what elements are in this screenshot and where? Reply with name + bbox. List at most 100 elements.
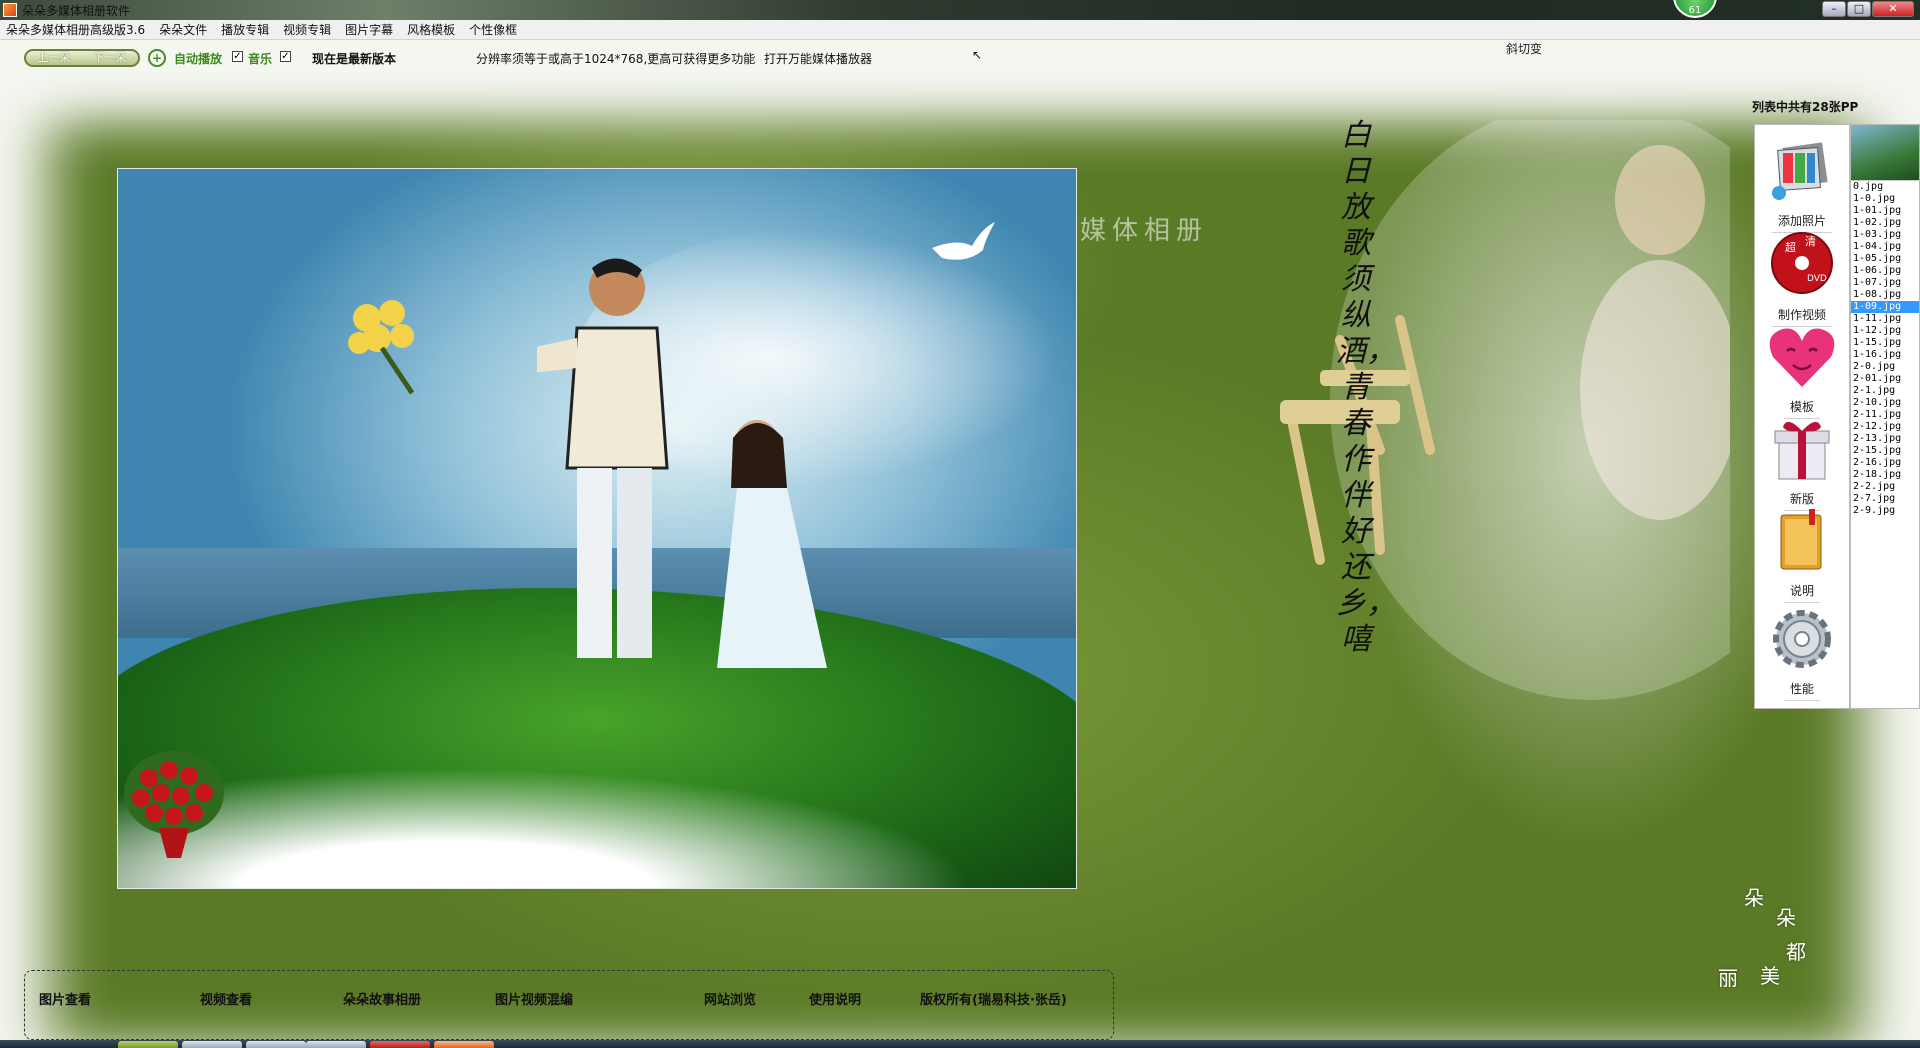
autoplay-label: 自动播放: [174, 52, 223, 66]
selected-thumbnail: [1851, 125, 1919, 181]
file-list-item[interactable]: 2-15.jpg: [1851, 445, 1919, 457]
controls-row: 上一朵 下一朵 + 自动播放 ✓ 音乐 ✓ 现在是最新版本 分辨率须等于或高于1…: [0, 40, 1920, 70]
close-button[interactable]: ✕: [1872, 1, 1914, 17]
menu-bar: 朵朵多媒体相册高级版3.6 朵朵文件 播放专辑 视频专辑 图片字幕 风格模板 个…: [0, 20, 1920, 40]
file-list-item[interactable]: 2-01.jpg: [1851, 373, 1919, 385]
file-list-item[interactable]: 1-15.jpg: [1851, 337, 1919, 349]
file-list-item[interactable]: 1-0.jpg: [1851, 193, 1919, 205]
performance-button[interactable]: 性能: [1755, 603, 1849, 701]
add-photo-icon: [1772, 142, 1828, 200]
nav-photo-view[interactable]: 图片查看: [39, 989, 91, 1008]
file-list-item[interactable]: 1-11.jpg: [1851, 313, 1919, 325]
signature-char: 朵: [1776, 906, 1796, 930]
taskbar-button[interactable]: [182, 1041, 242, 1048]
gift-icon: [1774, 421, 1830, 480]
file-list-item[interactable]: 2-16.jpg: [1851, 457, 1919, 469]
gear-icon: [1773, 610, 1831, 668]
file-list-item[interactable]: 1-16.jpg: [1851, 349, 1919, 361]
book-icon: [1780, 509, 1822, 570]
zoom-icon[interactable]: +: [148, 49, 166, 67]
menu-item-style-template[interactable]: 风格模板: [407, 21, 455, 38]
prev-next-control: 上一朵 下一朵: [24, 49, 140, 67]
menu-item-video-album[interactable]: 视频专辑: [283, 21, 331, 38]
signature-char: 丽: [1718, 966, 1738, 990]
mouse-cursor-icon: ↖: [972, 48, 983, 62]
signature-char: 美: [1760, 964, 1780, 988]
file-list-item[interactable]: 1-02.jpg: [1851, 217, 1919, 229]
prev-button[interactable]: 上一朵: [26, 51, 82, 65]
transition-label[interactable]: 斜切变: [1506, 40, 1542, 57]
window-controls: – □ ✕: [1822, 1, 1914, 17]
file-list-item[interactable]: 2-18.jpg: [1851, 469, 1919, 481]
os-taskbar: [0, 1040, 1920, 1048]
next-button[interactable]: 下一朵: [82, 51, 138, 65]
template-button[interactable]: 模板: [1755, 321, 1849, 419]
file-list-item[interactable]: 1-09.jpg: [1851, 301, 1919, 313]
file-list-item[interactable]: 2-0.jpg: [1851, 361, 1919, 373]
menu-item-app[interactable]: 朵朵多媒体相册高级版3.6: [6, 21, 145, 38]
open-player-link[interactable]: 打开万能媒体播放器: [764, 50, 872, 67]
nav-video-view[interactable]: 视频查看: [200, 989, 252, 1008]
taskbar-button[interactable]: [118, 1041, 178, 1048]
nav-copyright[interactable]: 版权所有(瑞易科技·张岳): [920, 989, 1067, 1008]
file-list-item[interactable]: 2-7.jpg: [1851, 493, 1919, 505]
file-list-items: 0.jpg 1-0.jpg 1-01.jpg 1-02.jpg 1-03.jpg 1-04…: [1851, 181, 1919, 517]
taskbar-button[interactable]: [370, 1041, 430, 1048]
signature-char: 朵: [1744, 886, 1764, 910]
file-list-item[interactable]: 2-12.jpg: [1851, 421, 1919, 433]
menu-item-file[interactable]: 朵朵文件: [159, 21, 207, 38]
window-title: 朵朵多媒体相册软件: [22, 4, 131, 18]
file-list-item[interactable]: 2-13.jpg: [1851, 433, 1919, 445]
nav-photo-video-mix[interactable]: 图片视频混编: [495, 989, 573, 1008]
bottom-nav: 图片查看 视频查看 朵朵故事相册 图片视频混编 网站浏览 使用说明 版权所有(瑞…: [24, 970, 1114, 1040]
file-list-item[interactable]: 1-07.jpg: [1851, 277, 1919, 289]
menu-item-captions[interactable]: 图片字幕: [345, 21, 393, 38]
file-list-item[interactable]: 2-1.jpg: [1851, 385, 1919, 397]
autoplay-checkbox[interactable]: ✓: [232, 51, 243, 62]
taskbar-button[interactable]: [306, 1041, 366, 1048]
file-list-item[interactable]: 2-9.jpg: [1851, 505, 1919, 517]
add-photo-button[interactable]: 添加照片: [1755, 135, 1849, 233]
file-list-item[interactable]: 1-01.jpg: [1851, 205, 1919, 217]
signature-char: 都: [1786, 940, 1806, 964]
taskbar-button[interactable]: [246, 1041, 306, 1048]
music-label: 音乐: [248, 52, 273, 66]
file-list-item[interactable]: 0.jpg: [1851, 181, 1919, 193]
file-list-item[interactable]: 2-11.jpg: [1851, 409, 1919, 421]
heart-icon: [1769, 328, 1835, 387]
app-icon: [3, 3, 17, 17]
help-button[interactable]: 说明: [1755, 505, 1849, 603]
file-list-item[interactable]: 1-04.jpg: [1851, 241, 1919, 253]
nav-usage-guide[interactable]: 使用说明: [809, 989, 861, 1008]
menu-item-frame[interactable]: 个性像框: [469, 21, 517, 38]
new-version-button[interactable]: 新版: [1755, 413, 1849, 511]
notification-badge[interactable]: 61: [1673, 0, 1717, 18]
svg-text:清: 清: [1805, 235, 1816, 248]
svg-text:DVD: DVD: [1807, 274, 1827, 284]
list-count: 列表中共有28张PP: [1752, 100, 1859, 114]
make-video-button[interactable]: 超清 DVD 制作视频: [1755, 229, 1849, 327]
file-list-item[interactable]: 1-06.jpg: [1851, 265, 1919, 277]
poem-caption: 白日放歌须纵酒，青春作伴好还乡，嘻: [1336, 118, 1396, 657]
file-list-item[interactable]: 1-05.jpg: [1851, 253, 1919, 265]
current-photo[interactable]: [117, 168, 1077, 889]
help-label: 说明: [1783, 582, 1820, 603]
minimize-button[interactable]: –: [1822, 1, 1846, 17]
music-checkbox[interactable]: ✓: [280, 51, 291, 62]
resolution-hint: 分辨率须等于或高于1024*768,更高可获得更多功能: [476, 52, 756, 66]
photo-file-list[interactable]: 0.jpg 1-0.jpg 1-01.jpg 1-02.jpg 1-03.jpg 1-04…: [1850, 124, 1920, 709]
maximize-button[interactable]: □: [1847, 1, 1871, 17]
taskbar-button[interactable]: [434, 1041, 494, 1048]
file-list-item[interactable]: 1-03.jpg: [1851, 229, 1919, 241]
background-scene: [1170, 100, 1850, 720]
nav-story-album[interactable]: 朵朵故事相册: [343, 989, 421, 1008]
file-list-item[interactable]: 2-10.jpg: [1851, 397, 1919, 409]
nav-web-browse[interactable]: 网站浏览: [704, 989, 756, 1008]
file-list-item[interactable]: 2-2.jpg: [1851, 481, 1919, 493]
file-list-item[interactable]: 1-08.jpg: [1851, 289, 1919, 301]
dvd-icon: 超清 DVD: [1771, 232, 1833, 294]
version-status: 现在是最新版本: [312, 52, 397, 66]
file-list-item[interactable]: 1-12.jpg: [1851, 325, 1919, 337]
menu-item-play-album[interactable]: 播放专辑: [221, 21, 269, 38]
performance-label: 性能: [1783, 680, 1820, 701]
